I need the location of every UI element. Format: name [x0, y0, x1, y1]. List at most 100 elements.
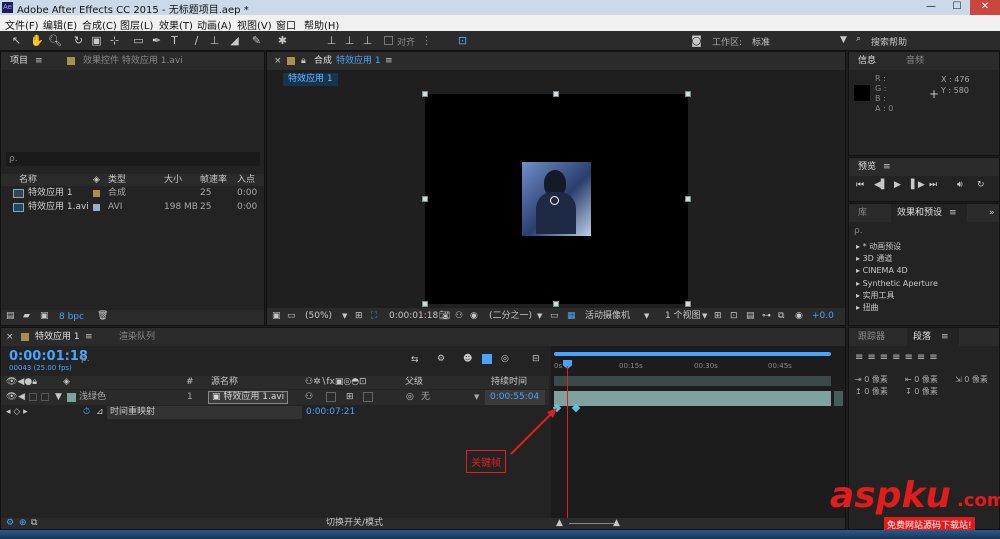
- effect-category[interactable]: ▸ 扭曲: [856, 302, 879, 314]
- sub-tab-comp[interactable]: 特效应用 1: [283, 73, 338, 86]
- axis-world-icon[interactable]: ⊥: [343, 34, 356, 47]
- list-item[interactable]: 特效应用 1 合成 25 0:00: [1, 187, 264, 200]
- keyframe-nav-icon[interactable]: ◂ ◇ ▸: [6, 406, 28, 419]
- menu-animation[interactable]: 动画(A): [197, 17, 232, 32]
- indent-right[interactable]: ⇤ 0 像素: [905, 374, 938, 385]
- col-duration[interactable]: 持续时间: [491, 376, 527, 389]
- camera-select[interactable]: 活动摄像机: [585, 308, 630, 325]
- menu-view[interactable]: 视图(V): [237, 17, 272, 32]
- label-color-swatch[interactable]: [67, 393, 76, 402]
- tab-info[interactable]: 信息: [858, 52, 876, 70]
- zoom-tool-icon[interactable]: 🔍︎: [48, 34, 62, 47]
- menu-edit[interactable]: 编辑(E): [43, 17, 77, 32]
- col-num[interactable]: #: [186, 376, 194, 389]
- list-item[interactable]: 特效应用 1.avi AVI 198 MB 25 0:00: [1, 201, 264, 214]
- project-search-input[interactable]: ρ.: [6, 152, 260, 166]
- close-button[interactable]: ✕: [970, 0, 1000, 15]
- col-parent[interactable]: 父级: [405, 376, 423, 389]
- chevron-down-icon[interactable]: ▼: [702, 308, 707, 325]
- shy-layers-icon[interactable]: ☻: [463, 354, 472, 364]
- fast-previews-icon[interactable]: ⊡: [730, 308, 738, 325]
- exposure-icon[interactable]: ◉: [795, 308, 803, 325]
- tab-project[interactable]: 项目: [10, 52, 28, 70]
- transform-handle[interactable]: [685, 301, 691, 307]
- axis-local-icon[interactable]: ⊥: [325, 34, 338, 47]
- clone-tool-icon[interactable]: ⊥: [208, 34, 221, 47]
- axis-view-icon[interactable]: ⊥: [361, 34, 374, 47]
- color-channels-icon[interactable]: ◉: [470, 308, 478, 325]
- trash-icon[interactable]: 🗑︎: [97, 311, 108, 321]
- resolution-select[interactable]: (二分之一): [489, 308, 532, 325]
- reset-exposure-icon[interactable]: ⧉: [778, 308, 784, 325]
- rectangle-tool-icon[interactable]: ▭: [132, 34, 145, 47]
- always-preview-icon[interactable]: ▣: [272, 308, 281, 325]
- modes-icon[interactable]: ⊕: [19, 518, 27, 529]
- menu-layer[interactable]: 图层(L): [120, 17, 153, 32]
- col-size[interactable]: 大小: [164, 174, 182, 186]
- chevron-down-icon[interactable]: ▼: [474, 390, 479, 405]
- transform-handle[interactable]: [422, 301, 428, 307]
- chevron-down-icon[interactable]: ▼: [537, 308, 542, 325]
- layer-source-name[interactable]: ▣ 特效应用 1.avi: [208, 391, 289, 404]
- panel-menu-icon[interactable]: ≡: [883, 158, 891, 176]
- property-value[interactable]: 0:00:07:21: [306, 406, 355, 419]
- tab-tracker[interactable]: 跟踪器: [858, 328, 885, 346]
- layer-switches-icon[interactable]: ⚙: [6, 518, 14, 529]
- align-checkbox[interactable]: [384, 36, 393, 45]
- last-frame-icon[interactable]: ⏭: [929, 180, 937, 190]
- maximize-button[interactable]: ☐: [944, 0, 970, 15]
- effect-category[interactable]: ▸ CINEMA 4D: [856, 265, 908, 277]
- space-before[interactable]: ↥ 0 像素: [855, 386, 888, 397]
- panel-menu-icon[interactable]: ≡: [941, 328, 949, 346]
- loop-icon[interactable]: ↻: [977, 180, 985, 190]
- transform-handle[interactable]: [553, 91, 559, 97]
- col-fps[interactable]: 帧速率: [200, 174, 227, 186]
- effect-category[interactable]: ▸ Synthetic Aperture: [856, 278, 938, 290]
- col-type[interactable]: 类型: [108, 174, 126, 186]
- zoom-in-icon[interactable]: ▲: [613, 518, 620, 529]
- tab-effects-controls[interactable]: 效果控件 特效应用 1.avi: [83, 52, 183, 70]
- new-folder-icon[interactable]: ▰: [23, 311, 30, 321]
- comp-mini-flowchart-icon[interactable]: ⇆: [411, 355, 419, 365]
- transparency-grid-icon[interactable]: ▦: [567, 308, 576, 325]
- first-frame-icon[interactable]: ⏮: [856, 180, 864, 190]
- mask-visibility-icon[interactable]: ⛶: [371, 308, 377, 325]
- graph-icon[interactable]: ⊿: [96, 406, 104, 419]
- tab-render-queue[interactable]: 渲染队列: [119, 328, 155, 346]
- brush-tool-icon[interactable]: ∕: [190, 34, 203, 47]
- tab-library[interactable]: 库: [858, 204, 867, 222]
- motion-blur-icon[interactable]: ◎: [501, 354, 509, 364]
- new-composition-icon[interactable]: ▣: [40, 311, 49, 321]
- minimize-button[interactable]: —: [918, 0, 944, 15]
- zoom-slider[interactable]: [569, 523, 614, 524]
- search-help-input[interactable]: 搜索帮助: [871, 35, 907, 48]
- frame-blending-icon[interactable]: [482, 354, 492, 364]
- col-in[interactable]: 入点: [237, 174, 255, 186]
- camera-tool-icon[interactable]: ▣: [90, 34, 103, 47]
- comp-name[interactable]: 特效应用 1: [336, 52, 381, 70]
- menu-help[interactable]: 帮助(H): [304, 17, 339, 32]
- vr-icon[interactable]: ◙: [690, 34, 703, 47]
- audio-icon[interactable]: 🔊︎: [957, 180, 963, 190]
- effect-category[interactable]: ▸ 3D 通道: [856, 253, 892, 265]
- col-name[interactable]: 名称: [19, 174, 37, 186]
- collapse-switch-icon[interactable]: ⚇: [305, 390, 313, 405]
- monitor-icon[interactable]: ▭: [287, 308, 296, 325]
- indent-first[interactable]: ⇲ 0 像素: [955, 374, 988, 385]
- tab-composition[interactable]: 合成: [314, 52, 332, 70]
- chevron-down-icon[interactable]: ▼: [342, 308, 347, 325]
- next-frame-icon[interactable]: ▌▶: [911, 180, 925, 190]
- comp-timecode[interactable]: 0:00:01:18: [389, 308, 438, 325]
- effect-category[interactable]: ▸ 实用工具: [856, 290, 895, 302]
- bit-depth-button[interactable]: 8 bpc: [59, 312, 84, 322]
- menu-file[interactable]: 文件(F): [5, 17, 39, 32]
- lock-toggle[interactable]: [41, 393, 49, 401]
- close-icon[interactable]: ×: [6, 328, 14, 346]
- tab-timeline-comp[interactable]: 特效应用 1: [35, 328, 80, 346]
- transform-handle[interactable]: [422, 91, 428, 97]
- panel-menu-icon[interactable]: ≡: [385, 52, 393, 70]
- interpret-footage-icon[interactable]: ▤: [6, 311, 15, 321]
- time-ruler[interactable]: 0s 00:15s 00:30s 00:45s: [554, 360, 834, 376]
- snapshot-icon[interactable]: 📷︎: [439, 308, 450, 325]
- pen-tool-icon[interactable]: ✒: [150, 34, 163, 47]
